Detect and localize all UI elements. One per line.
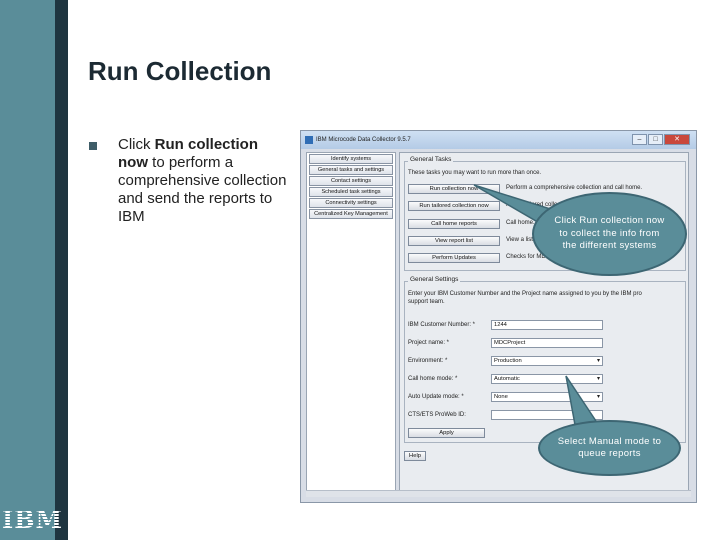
run-collection-callout-text: Click Run collection now to collect the … [554,215,665,252]
nav-item-scheduled-task-settings[interactable]: Scheduled task settings [309,187,393,197]
customer-number-label: IBM Customer Number: * [408,322,476,328]
ibm-logo: IBM [2,505,64,534]
app-icon [305,136,313,144]
bullet-marker [89,142,97,150]
environment-label: Environment: * [408,358,448,364]
perform-updates-button[interactable]: Perform Updates [408,253,500,263]
nav-item-contact-settings[interactable]: Contact settings [309,176,393,186]
bullet-prefix: Click [118,136,155,153]
project-name-field[interactable]: MDCProject [491,338,603,348]
nav-item-connectivity-settings[interactable]: Connectivity settings [309,198,393,208]
minimize-button[interactable]: – [632,134,647,145]
proweb-id-label: CTS/ETS ProWeb ID: [408,412,466,418]
customer-number-field[interactable]: 1244 [491,320,603,330]
general-tasks-title: General Tasks [408,156,454,163]
run-collection-desc: Perform a comprehensive collection and c… [506,185,643,191]
window-controls: – □ ✕ [632,134,690,145]
nav-item-general-tasks[interactable]: General tasks and settings [309,165,393,175]
general-tasks-intro: These tasks you may want to run more tha… [408,170,542,176]
run-collection-now-button[interactable]: Run collection now [408,184,500,194]
left-accent-bar [0,0,55,540]
apply-button[interactable]: Apply [408,428,485,438]
nav-item-identify-systems[interactable]: Identify systems [309,154,393,164]
nav-item-key-management[interactable]: Centralized Key Management [309,209,393,219]
call-home-mode-select[interactable]: Automatic [491,374,603,384]
auto-update-mode-select[interactable]: None [491,392,603,402]
environment-select[interactable]: Production [491,356,603,366]
maximize-button[interactable]: □ [648,134,663,145]
call-home-reports-button[interactable]: Call home reports [408,219,500,229]
general-settings-intro-2: support team. [408,299,445,305]
help-button[interactable]: Help [404,451,426,461]
slide-title: Run Collection [88,56,272,86]
general-settings-group: General Settings Enter your IBM Customer… [404,276,686,443]
bullet-text: Click Run collection now to perform a co… [118,136,288,226]
general-settings-intro-1: Enter your IBM Customer Number and the P… [408,291,642,297]
manual-mode-callout-text: Select Manual mode to queue reports [557,435,662,460]
project-name-label: Project name: * [408,340,450,346]
horizontal-scrollbar[interactable] [306,490,691,497]
general-settings-title: General Settings [408,276,461,283]
run-tailored-collection-button[interactable]: Run tailored collection now [408,201,500,211]
nav-pane: Identify systems General tasks and setti… [306,152,396,497]
window-titlebar: IBM Microcode Data Collector 9.5.7 – □ ✕ [301,131,696,149]
auto-update-mode-label: Auto Update mode: * [408,394,464,400]
left-dark-strip [55,0,68,540]
close-button[interactable]: ✕ [664,134,690,145]
manual-mode-callout: Select Manual mode to queue reports [538,420,681,476]
call-home-mode-label: Call home mode: * [408,376,458,382]
run-collection-callout: Click Run collection now to collect the … [532,192,687,276]
view-report-list-button[interactable]: View report list [408,236,500,246]
proweb-id-field[interactable] [491,410,603,420]
window-title: IBM Microcode Data Collector 9.5.7 [316,137,411,143]
